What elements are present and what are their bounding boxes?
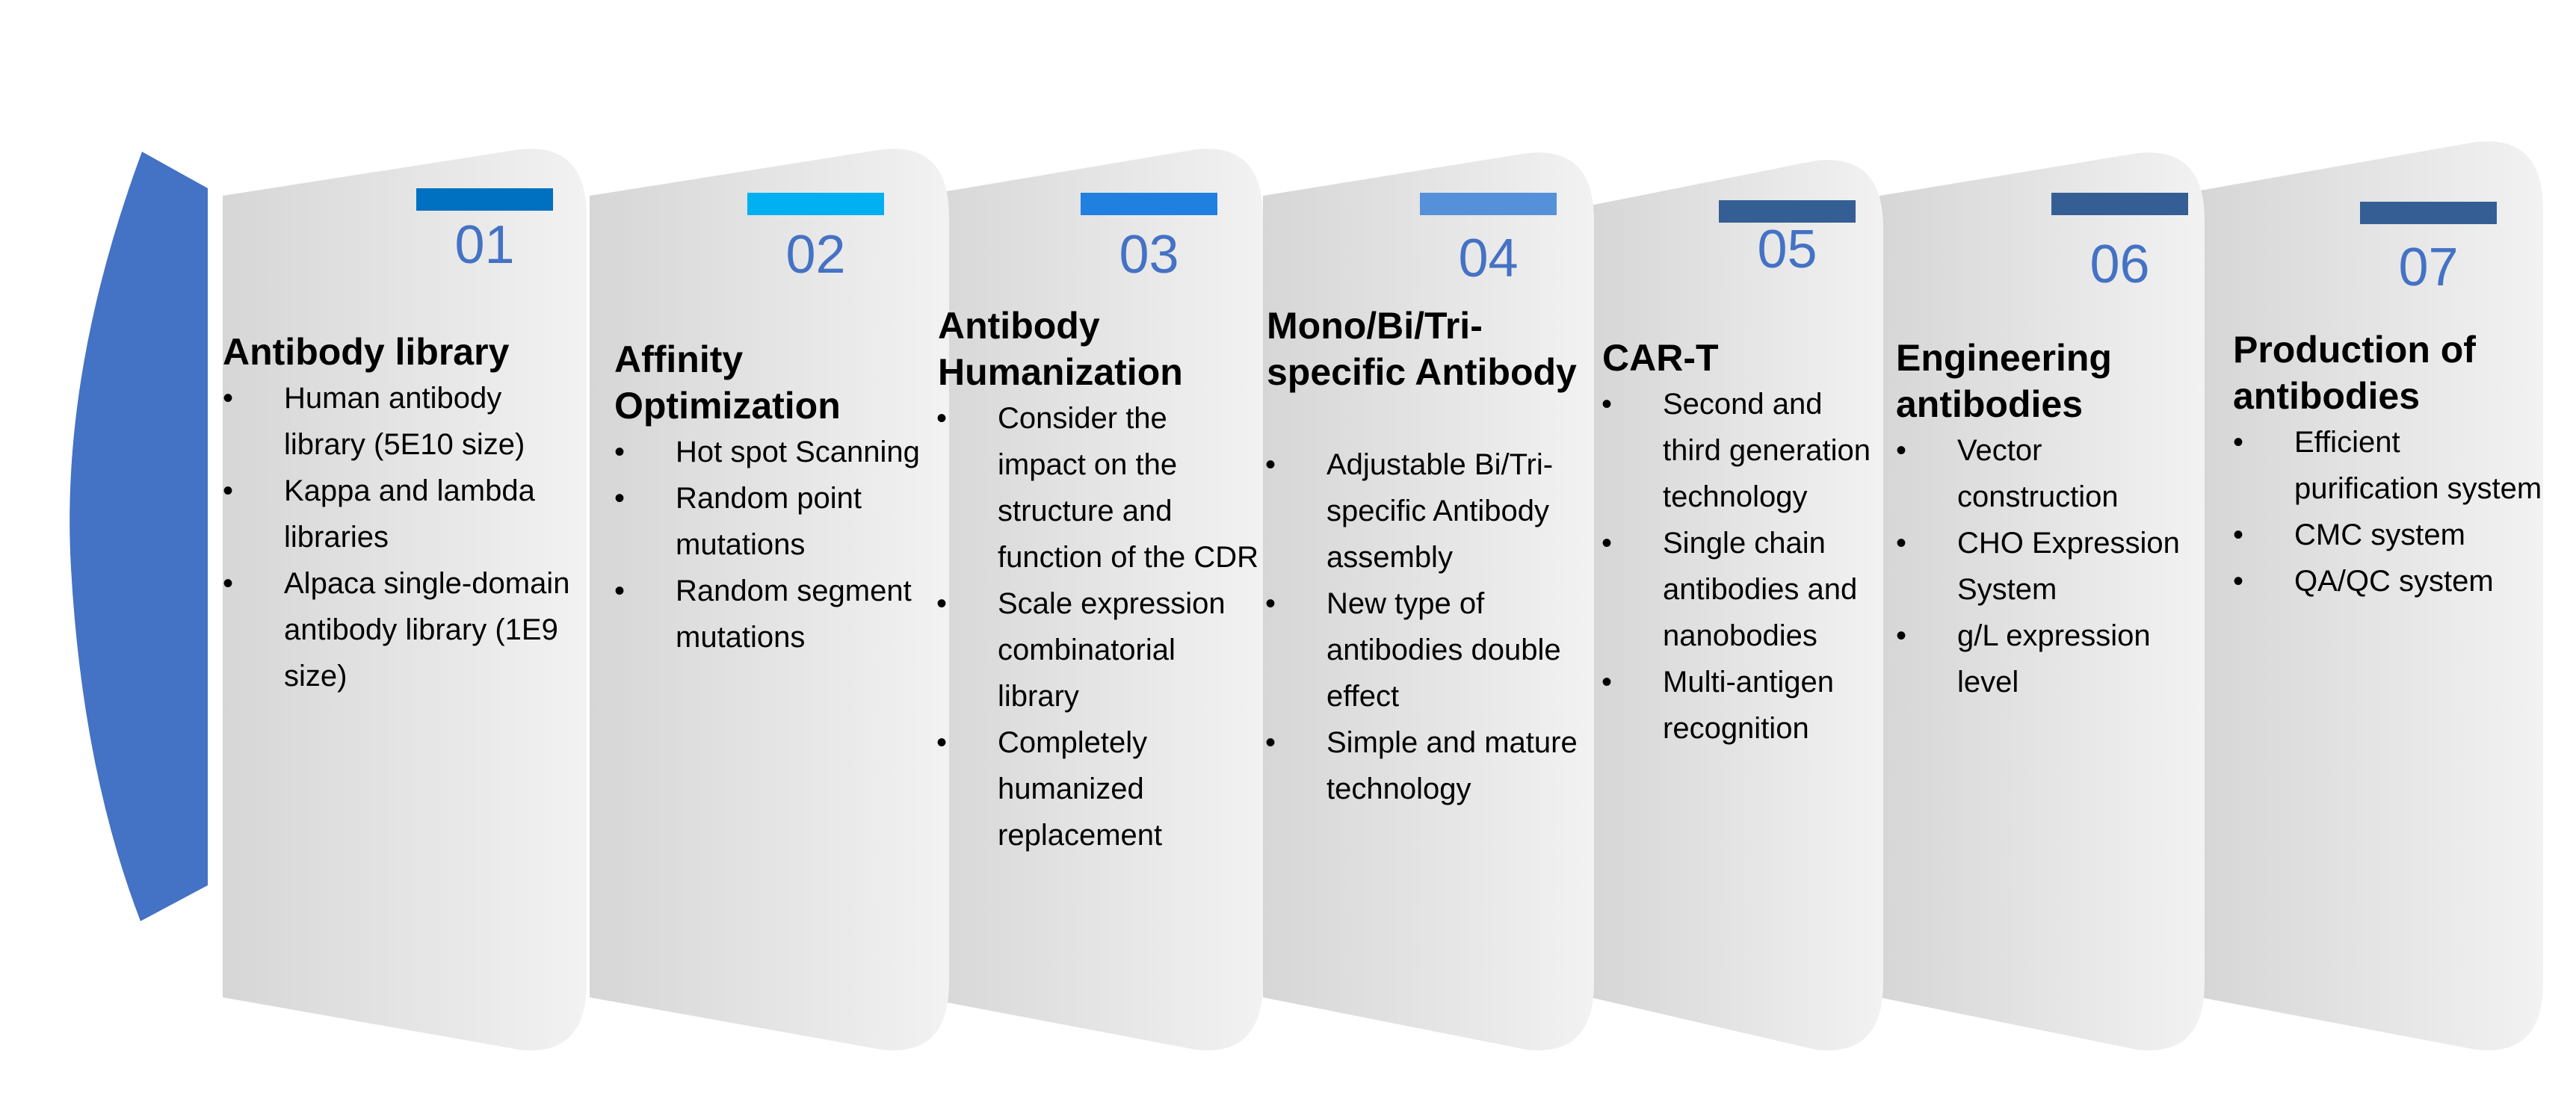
bullet-icon: • (1601, 388, 1613, 421)
bullet-icon: • (2233, 426, 2244, 459)
bullet-icon: • (614, 482, 626, 515)
bullet-list: • Vector construction • CHO Expression Syst… (1896, 427, 2204, 705)
bullet-icon: • (614, 575, 626, 607)
bullet-item: • Multi-antigen recognition (1601, 659, 1887, 752)
bullet-list: • Efficient purification system • CMC syste… (2233, 419, 2548, 604)
bullet-icon: • (223, 382, 234, 415)
bullet-text: Single chain antibodies and nanobodies (1663, 527, 1858, 652)
bullet-item: • New type of antibodies double effect (1265, 580, 1584, 719)
bullet-text: Consider the impact on the structure and… (998, 402, 1259, 574)
bullet-list: • Adjustable Bi/Tri-specific Antibody ass… (1265, 442, 1584, 812)
step-number: 01 (454, 215, 515, 275)
bullet-text: Random segment mutations (676, 575, 912, 654)
accent-bar (1420, 193, 1557, 215)
bullet-item: • Simple and mature technology (1265, 719, 1584, 812)
bullet-text: QA/QC system (2294, 565, 2494, 598)
bullet-item: • Alpaca single-domain antibody library (… (223, 560, 590, 699)
bullet-text: Adjustable Bi/Tri-specific Antibody asse… (1326, 448, 1554, 574)
step-number: 07 (2398, 238, 2459, 297)
bullet-text: Simple and mature technology (1326, 726, 1578, 805)
step-number: 04 (1458, 229, 1519, 288)
step-title: CAR-T (1602, 337, 1719, 379)
bullet-icon: • (2233, 565, 2244, 598)
step-title: Affinity Optimization (614, 338, 841, 427)
bullet-icon: • (223, 567, 234, 600)
left-blue-arc (70, 152, 208, 921)
bullet-icon: • (1265, 587, 1276, 620)
bullet-text: Scale expression combinatorial library (998, 587, 1226, 713)
bullet-item: • Hot spot Scanning (614, 429, 941, 475)
bullet-list: • Consider the impact on the structure an… (936, 395, 1263, 858)
bullet-icon: • (1265, 726, 1276, 759)
step-title: Antibody Humanization (938, 305, 1183, 393)
bullet-list: • Hot spot Scanning • Random point mutation… (614, 429, 941, 660)
bullet-list: • Second and third generation technology •… (1601, 381, 1887, 752)
bullet-icon: • (936, 402, 948, 435)
bullet-item: • Kappa and lambda libraries (223, 468, 590, 560)
bullet-item: • Human antibody library (5E10 size) (223, 375, 590, 468)
bullet-item: • g/L expression level (1896, 613, 2204, 705)
step-title: Antibody library (223, 331, 510, 373)
bullet-text: Random point mutations (676, 482, 862, 561)
bullet-icon: • (1896, 527, 1907, 560)
bullet-icon: • (2233, 518, 2244, 551)
bullet-item: • QA/QC system (2233, 558, 2548, 604)
bullet-text: New type of antibodies double effect (1326, 587, 1561, 713)
bullet-text: Human antibody library (5E10 size) (284, 382, 525, 461)
bullet-text: Hot spot Scanning (676, 436, 920, 468)
bullet-text: CMC system (2294, 518, 2465, 551)
bullet-list: • Human antibody library (5E10 size) • Kapp… (223, 375, 590, 699)
bullet-icon: • (1601, 527, 1613, 560)
step-title: Production of antibodies (2233, 329, 2476, 417)
bullet-text: Efficient purification system (2294, 426, 2542, 505)
bullet-item: • Completely humanized replacement (936, 719, 1263, 858)
bullet-icon: • (936, 587, 948, 620)
step-number: 02 (785, 225, 846, 285)
bullet-item: • CMC system (2233, 512, 2548, 558)
step-number: 05 (1757, 220, 1817, 279)
bullet-text: Multi-antigen recognition (1663, 666, 1835, 745)
accent-bar (416, 188, 553, 211)
bullet-item: • Random point mutations (614, 475, 941, 568)
bullet-text: Vector construction (1957, 434, 2119, 513)
bullet-icon: • (1896, 434, 1907, 467)
bullet-icon: • (223, 474, 234, 507)
step-title: Mono/Bi/Tri-specific Antibody (1267, 305, 1577, 393)
step-number: 06 (2089, 235, 2150, 294)
bullet-item: • Efficient purification system (2233, 419, 2548, 512)
bullet-item: • Adjustable Bi/Tri-specific Antibody ass… (1265, 442, 1584, 580)
bullet-text: CHO Expression System (1957, 527, 2180, 606)
bullet-item: • Random segment mutations (614, 568, 941, 660)
bullet-text: Kappa and lambda libraries (284, 474, 535, 554)
bullet-item: • Single chain antibodies and nanobodies (1601, 520, 1887, 659)
bullet-icon: • (1265, 448, 1276, 481)
accent-bar (2360, 202, 2497, 224)
step-title: Engineering antibodies (1896, 337, 2112, 425)
bullet-icon: • (614, 436, 626, 468)
bullet-item: • CHO Expression System (1896, 520, 2204, 613)
bullet-item: • Second and third generation technology (1601, 381, 1887, 520)
bullet-item: • Scale expression combinatorial library (936, 580, 1263, 719)
bullet-icon: • (936, 726, 948, 759)
accent-bar (747, 193, 884, 215)
accent-bar (2051, 193, 2188, 215)
bullet-text: Second and third generation technology (1663, 388, 1871, 513)
accent-bar (1081, 193, 1217, 215)
bullet-icon: • (1601, 666, 1613, 699)
bullet-icon: • (1896, 619, 1907, 652)
bullet-text: Alpaca single-domain antibody library (1… (284, 567, 570, 693)
bullet-item: • Vector construction (1896, 427, 2204, 520)
bullet-text: Completely humanized replacement (998, 726, 1163, 852)
bullet-text: g/L expression level (1957, 619, 2151, 699)
step-number: 03 (1119, 225, 1179, 285)
bullet-item: • Consider the impact on the structure an… (936, 395, 1263, 580)
